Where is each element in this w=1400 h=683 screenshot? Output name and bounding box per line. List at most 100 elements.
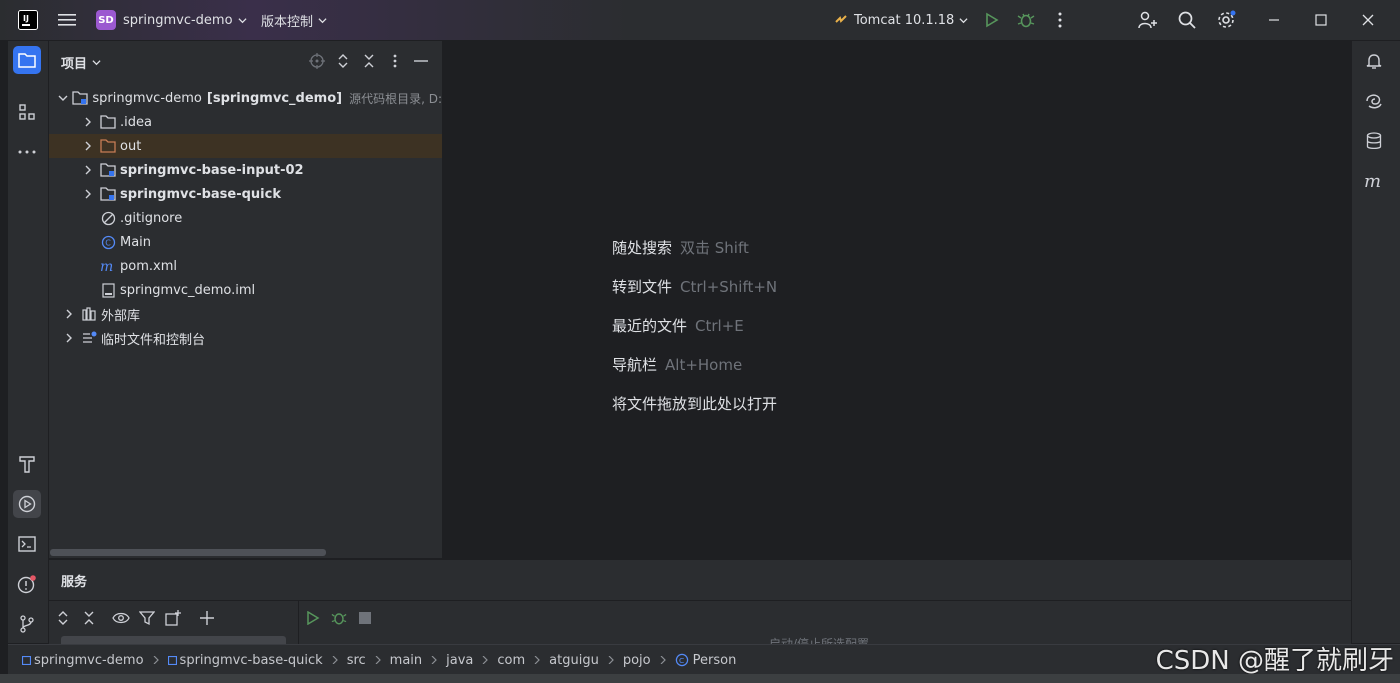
problems-tool-button[interactable]	[13, 570, 41, 598]
left-tool-window-bar	[8, 41, 49, 643]
services-collapse-all-button[interactable]	[75, 604, 103, 632]
tree-item-file[interactable]: C Main	[49, 230, 442, 254]
terminal-tool-button[interactable]	[13, 530, 41, 558]
services-new-group-button[interactable]	[159, 604, 187, 632]
module-folder-icon	[100, 162, 116, 178]
hide-panel-button[interactable]	[407, 47, 435, 75]
search-button[interactable]	[1173, 6, 1201, 34]
ai-assistant-button[interactable]	[1360, 87, 1388, 115]
breadcrumb-item[interactable]: atguigu	[549, 653, 599, 668]
build-tool-button[interactable]	[13, 450, 41, 478]
kebab-menu-icon	[393, 54, 397, 68]
services-title: 服务	[61, 575, 88, 590]
watermark: CSDN @醒了就刷牙	[1155, 646, 1394, 676]
maven-icon: m	[1364, 173, 1381, 189]
services-tool-button[interactable]	[13, 490, 41, 518]
maven-button[interactable]: m	[1360, 167, 1388, 195]
svg-text:C: C	[105, 238, 111, 247]
services-expand-all-button[interactable]	[49, 604, 77, 632]
new-group-icon	[165, 610, 181, 626]
services-status-text: 启动/停止所选配置	[769, 637, 870, 644]
database-button[interactable]	[1360, 127, 1388, 155]
breadcrumb-item[interactable]: java	[446, 653, 473, 668]
panel-options-button[interactable]	[381, 47, 409, 75]
services-run-button[interactable]	[299, 604, 327, 632]
tree-item-out[interactable]: out	[49, 134, 442, 158]
chevron-right-icon[interactable]	[82, 116, 94, 128]
hint-text: 随处搜索	[612, 239, 673, 257]
tree-item-file[interactable]: .gitignore	[49, 206, 442, 230]
tree-item-file[interactable]: m pom.xml	[49, 254, 442, 278]
tree-item-scratches[interactable]: 临时文件和控制台	[49, 326, 442, 350]
project-selector[interactable]: SD springmvc-demo	[96, 0, 247, 40]
close-icon	[1362, 14, 1374, 26]
tree-item-idea[interactable]: .idea	[49, 110, 442, 134]
intellij-logo-icon[interactable]: IJ	[18, 0, 38, 40]
breadcrumb-item[interactable]: springmvc-demo	[22, 653, 144, 668]
hint-shortcut: Alt+Home	[665, 356, 743, 374]
search-icon	[1178, 11, 1196, 29]
services-tree-selected-row[interactable]	[61, 636, 286, 644]
services-filter-button[interactable]	[133, 604, 161, 632]
horizontal-scrollbar[interactable]	[50, 549, 326, 556]
breadcrumb-item[interactable]: springmvc-base-quick	[167, 653, 323, 668]
hint-text: 导航栏	[612, 356, 658, 374]
project-tool-button[interactable]	[13, 46, 41, 74]
eye-icon	[112, 612, 130, 624]
chevron-right-icon[interactable]	[82, 188, 94, 200]
breadcrumb-item[interactable]: main	[390, 653, 422, 668]
debug-button[interactable]	[1012, 6, 1040, 34]
collapse-all-button[interactable]	[355, 47, 383, 75]
chevron-right-icon[interactable]	[63, 308, 75, 320]
vcs-menu[interactable]: 版本控制	[261, 0, 327, 40]
library-icon	[81, 306, 97, 322]
run-config-label: Tomcat 10.1.18	[854, 12, 955, 28]
services-tool-window: 服务 启动/停止所选配置	[49, 559, 1351, 644]
run-config-selector[interactable]: Tomcat 10.1.18	[834, 0, 968, 40]
tree-item-external-libraries[interactable]: 外部库	[49, 302, 442, 326]
settings-button[interactable]	[1212, 6, 1240, 34]
services-view-options-button[interactable]	[107, 604, 135, 632]
breadcrumb-item[interactable]: com	[497, 653, 525, 668]
chevron-right-icon[interactable]	[82, 164, 94, 176]
minimize-icon	[414, 60, 428, 62]
select-opened-file-button[interactable]	[303, 47, 331, 75]
main-menu-icon[interactable]	[58, 0, 76, 40]
hint-text: 将文件拖放到此处以打开	[612, 395, 778, 413]
excluded-folder-icon	[100, 138, 116, 154]
gear-icon	[1218, 10, 1236, 28]
chevron-right-icon[interactable]	[63, 332, 75, 344]
services-add-button[interactable]	[193, 604, 221, 632]
plus-icon	[200, 611, 214, 625]
run-button[interactable]	[978, 6, 1006, 34]
breadcrumb-item[interactable]: C Person	[675, 653, 736, 668]
project-panel-header[interactable]: 项目	[61, 53, 101, 72]
tree-item-file[interactable]: springmvc_demo.iml	[49, 278, 442, 302]
notifications-button[interactable]	[1360, 47, 1388, 75]
folder-icon	[100, 114, 116, 130]
tree-item-module[interactable]: springmvc-base-quick	[49, 182, 442, 206]
bug-icon	[1017, 13, 1035, 28]
chevron-right-icon[interactable]	[82, 140, 94, 152]
services-stop-button[interactable]	[351, 604, 379, 632]
git-tool-button[interactable]	[13, 610, 41, 638]
chevron-down-icon[interactable]	[58, 92, 68, 104]
structure-tool-button[interactable]	[13, 98, 41, 126]
code-with-me-button[interactable]	[1134, 6, 1162, 34]
minimize-button[interactable]	[1260, 6, 1288, 34]
tomcat-icon	[835, 15, 847, 23]
more-actions-button[interactable]	[1046, 6, 1074, 34]
bug-icon	[331, 613, 347, 625]
tree-item-root[interactable]: springmvc-demo [springmvc_demo] 源代码根目录, …	[49, 86, 442, 110]
services-debug-button[interactable]	[325, 604, 353, 632]
more-tools-button[interactable]	[13, 138, 41, 166]
expand-all-button[interactable]	[329, 47, 357, 75]
chevron-right-icon	[660, 656, 666, 664]
collapse-all-icon	[84, 611, 94, 625]
maximize-button[interactable]	[1307, 6, 1335, 34]
close-window-button[interactable]	[1354, 6, 1382, 34]
problems-icon	[17, 575, 36, 594]
tree-item-module[interactable]: springmvc-base-input-02	[49, 158, 442, 182]
breadcrumb-item[interactable]: pojo	[623, 653, 651, 668]
breadcrumb-item[interactable]: src	[347, 653, 366, 668]
